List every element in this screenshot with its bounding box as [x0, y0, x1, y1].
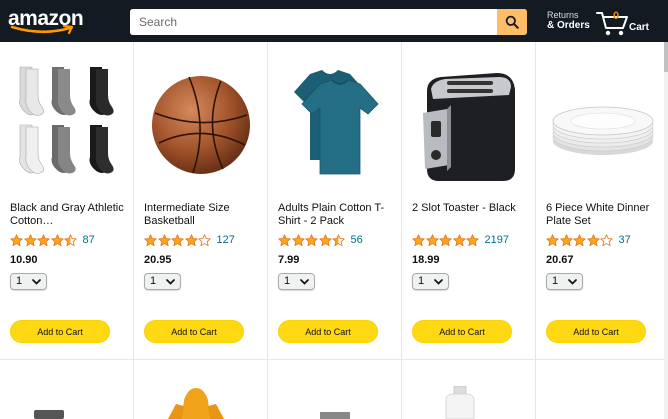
product-title[interactable]: Adults Plain Cotton T-Shirt - 2 Pack	[278, 202, 396, 228]
quantity-value: 1	[284, 275, 291, 287]
search-icon	[505, 15, 519, 29]
star-rating-icon	[10, 233, 78, 247]
review-count[interactable]: 127	[217, 234, 235, 246]
product-rating[interactable]: 127	[144, 233, 235, 247]
tshirt-image	[294, 69, 379, 174]
product-title[interactable]: 6 Piece White Dinner Plate Set	[546, 202, 664, 228]
product-rating[interactable]: 87	[10, 233, 95, 247]
product-card	[268, 360, 402, 419]
product-image-socks[interactable]	[8, 52, 126, 197]
review-count[interactable]: 87	[83, 234, 95, 246]
quantity-select[interactable]: 1	[10, 273, 47, 290]
product-image-partial[interactable]	[442, 386, 478, 419]
product-card	[0, 360, 134, 419]
review-count[interactable]: 56	[351, 234, 363, 246]
chevron-down-icon	[166, 279, 175, 285]
star-rating-icon	[412, 233, 480, 247]
product-title[interactable]: Black and Gray Athletic Cotton…	[10, 202, 128, 228]
orders-label: & Orders	[547, 20, 590, 31]
product-row: Black and Gray Athletic Cotton… 87 10.90…	[0, 42, 664, 360]
chevron-down-icon	[434, 279, 443, 285]
product-price: 20.95	[144, 254, 172, 266]
product-image-plates[interactable]	[544, 52, 662, 197]
product-image-partial[interactable]	[34, 410, 64, 419]
product-card: 2 Slot Toaster - Black 2197 18.99 1 Add …	[402, 42, 536, 360]
chevron-down-icon	[300, 279, 309, 285]
toaster-image	[423, 72, 515, 181]
product-row-partial	[0, 360, 664, 419]
returns-orders-link[interactable]: Returns & Orders	[547, 10, 590, 32]
product-rating[interactable]: 2197	[412, 233, 509, 247]
quantity-value: 1	[418, 275, 425, 287]
product-price: 10.90	[10, 254, 38, 266]
basketball-image	[152, 75, 250, 174]
product-card	[134, 360, 268, 419]
product-image-tshirt[interactable]	[276, 52, 394, 197]
plates-image	[552, 106, 654, 155]
add-to-cart-button[interactable]: Add to Cart	[278, 320, 378, 343]
search-button[interactable]	[497, 9, 527, 35]
add-to-cart-button[interactable]: Add to Cart	[412, 320, 512, 343]
product-card	[402, 360, 536, 419]
search-input[interactable]	[130, 9, 497, 35]
product-price: 7.99	[278, 254, 300, 266]
amazon-logo[interactable]: amazon	[8, 8, 84, 35]
quantity-value: 1	[552, 275, 559, 287]
returns-label: Returns	[547, 10, 579, 20]
logo-smile-icon	[10, 25, 74, 35]
product-rating[interactable]: 37	[546, 233, 631, 247]
add-to-cart-button[interactable]: Add to Cart	[546, 320, 646, 343]
add-to-cart-button[interactable]: Add to Cart	[144, 320, 244, 343]
product-price: 18.99	[412, 254, 440, 266]
add-to-cart-button[interactable]: Add to Cart	[10, 320, 110, 343]
product-rating[interactable]: 56	[278, 233, 363, 247]
product-image-basketball[interactable]	[142, 52, 260, 197]
review-count[interactable]: 2197	[485, 234, 509, 246]
product-price: 20.67	[546, 254, 574, 266]
star-rating-icon	[144, 233, 212, 247]
star-rating-icon	[278, 233, 346, 247]
quantity-select[interactable]: 1	[278, 273, 315, 290]
review-count[interactable]: 37	[619, 234, 631, 246]
product-title[interactable]: Intermediate Size Basketball	[144, 202, 262, 228]
top-header: amazon Returns & Orders 0 Cart	[0, 0, 668, 42]
product-image-partial[interactable]	[168, 386, 224, 419]
product-card: 6 Piece White Dinner Plate Set 37 20.67 …	[536, 42, 668, 360]
product-title[interactable]: 2 Slot Toaster - Black	[412, 202, 530, 215]
cart-count-badge: 0	[612, 10, 620, 22]
star-rating-icon	[546, 233, 614, 247]
cart-link[interactable]: 0 Cart	[596, 9, 656, 37]
quantity-select[interactable]: 1	[144, 273, 181, 290]
quantity-value: 1	[16, 275, 23, 287]
quantity-value: 1	[150, 275, 157, 287]
product-card: Black and Gray Athletic Cotton… 87 10.90…	[0, 42, 134, 360]
product-card	[536, 360, 668, 419]
quantity-select[interactable]: 1	[546, 273, 583, 290]
product-grid: Black and Gray Athletic Cotton… 87 10.90…	[0, 42, 664, 360]
product-image-partial[interactable]	[320, 412, 350, 419]
socks-image	[19, 66, 114, 174]
chevron-down-icon	[568, 279, 577, 285]
search-bar	[130, 9, 527, 35]
product-card: Intermediate Size Basketball 127 20.95 1…	[134, 42, 268, 360]
product-image-toaster[interactable]	[410, 52, 528, 197]
product-card: Adults Plain Cotton T-Shirt - 2 Pack 56 …	[268, 42, 402, 360]
cart-label: Cart	[629, 22, 650, 33]
scrollbar-thumb[interactable]	[664, 42, 668, 72]
chevron-down-icon	[32, 279, 41, 285]
quantity-select[interactable]: 1	[412, 273, 449, 290]
vertical-scrollbar[interactable]	[664, 42, 668, 419]
